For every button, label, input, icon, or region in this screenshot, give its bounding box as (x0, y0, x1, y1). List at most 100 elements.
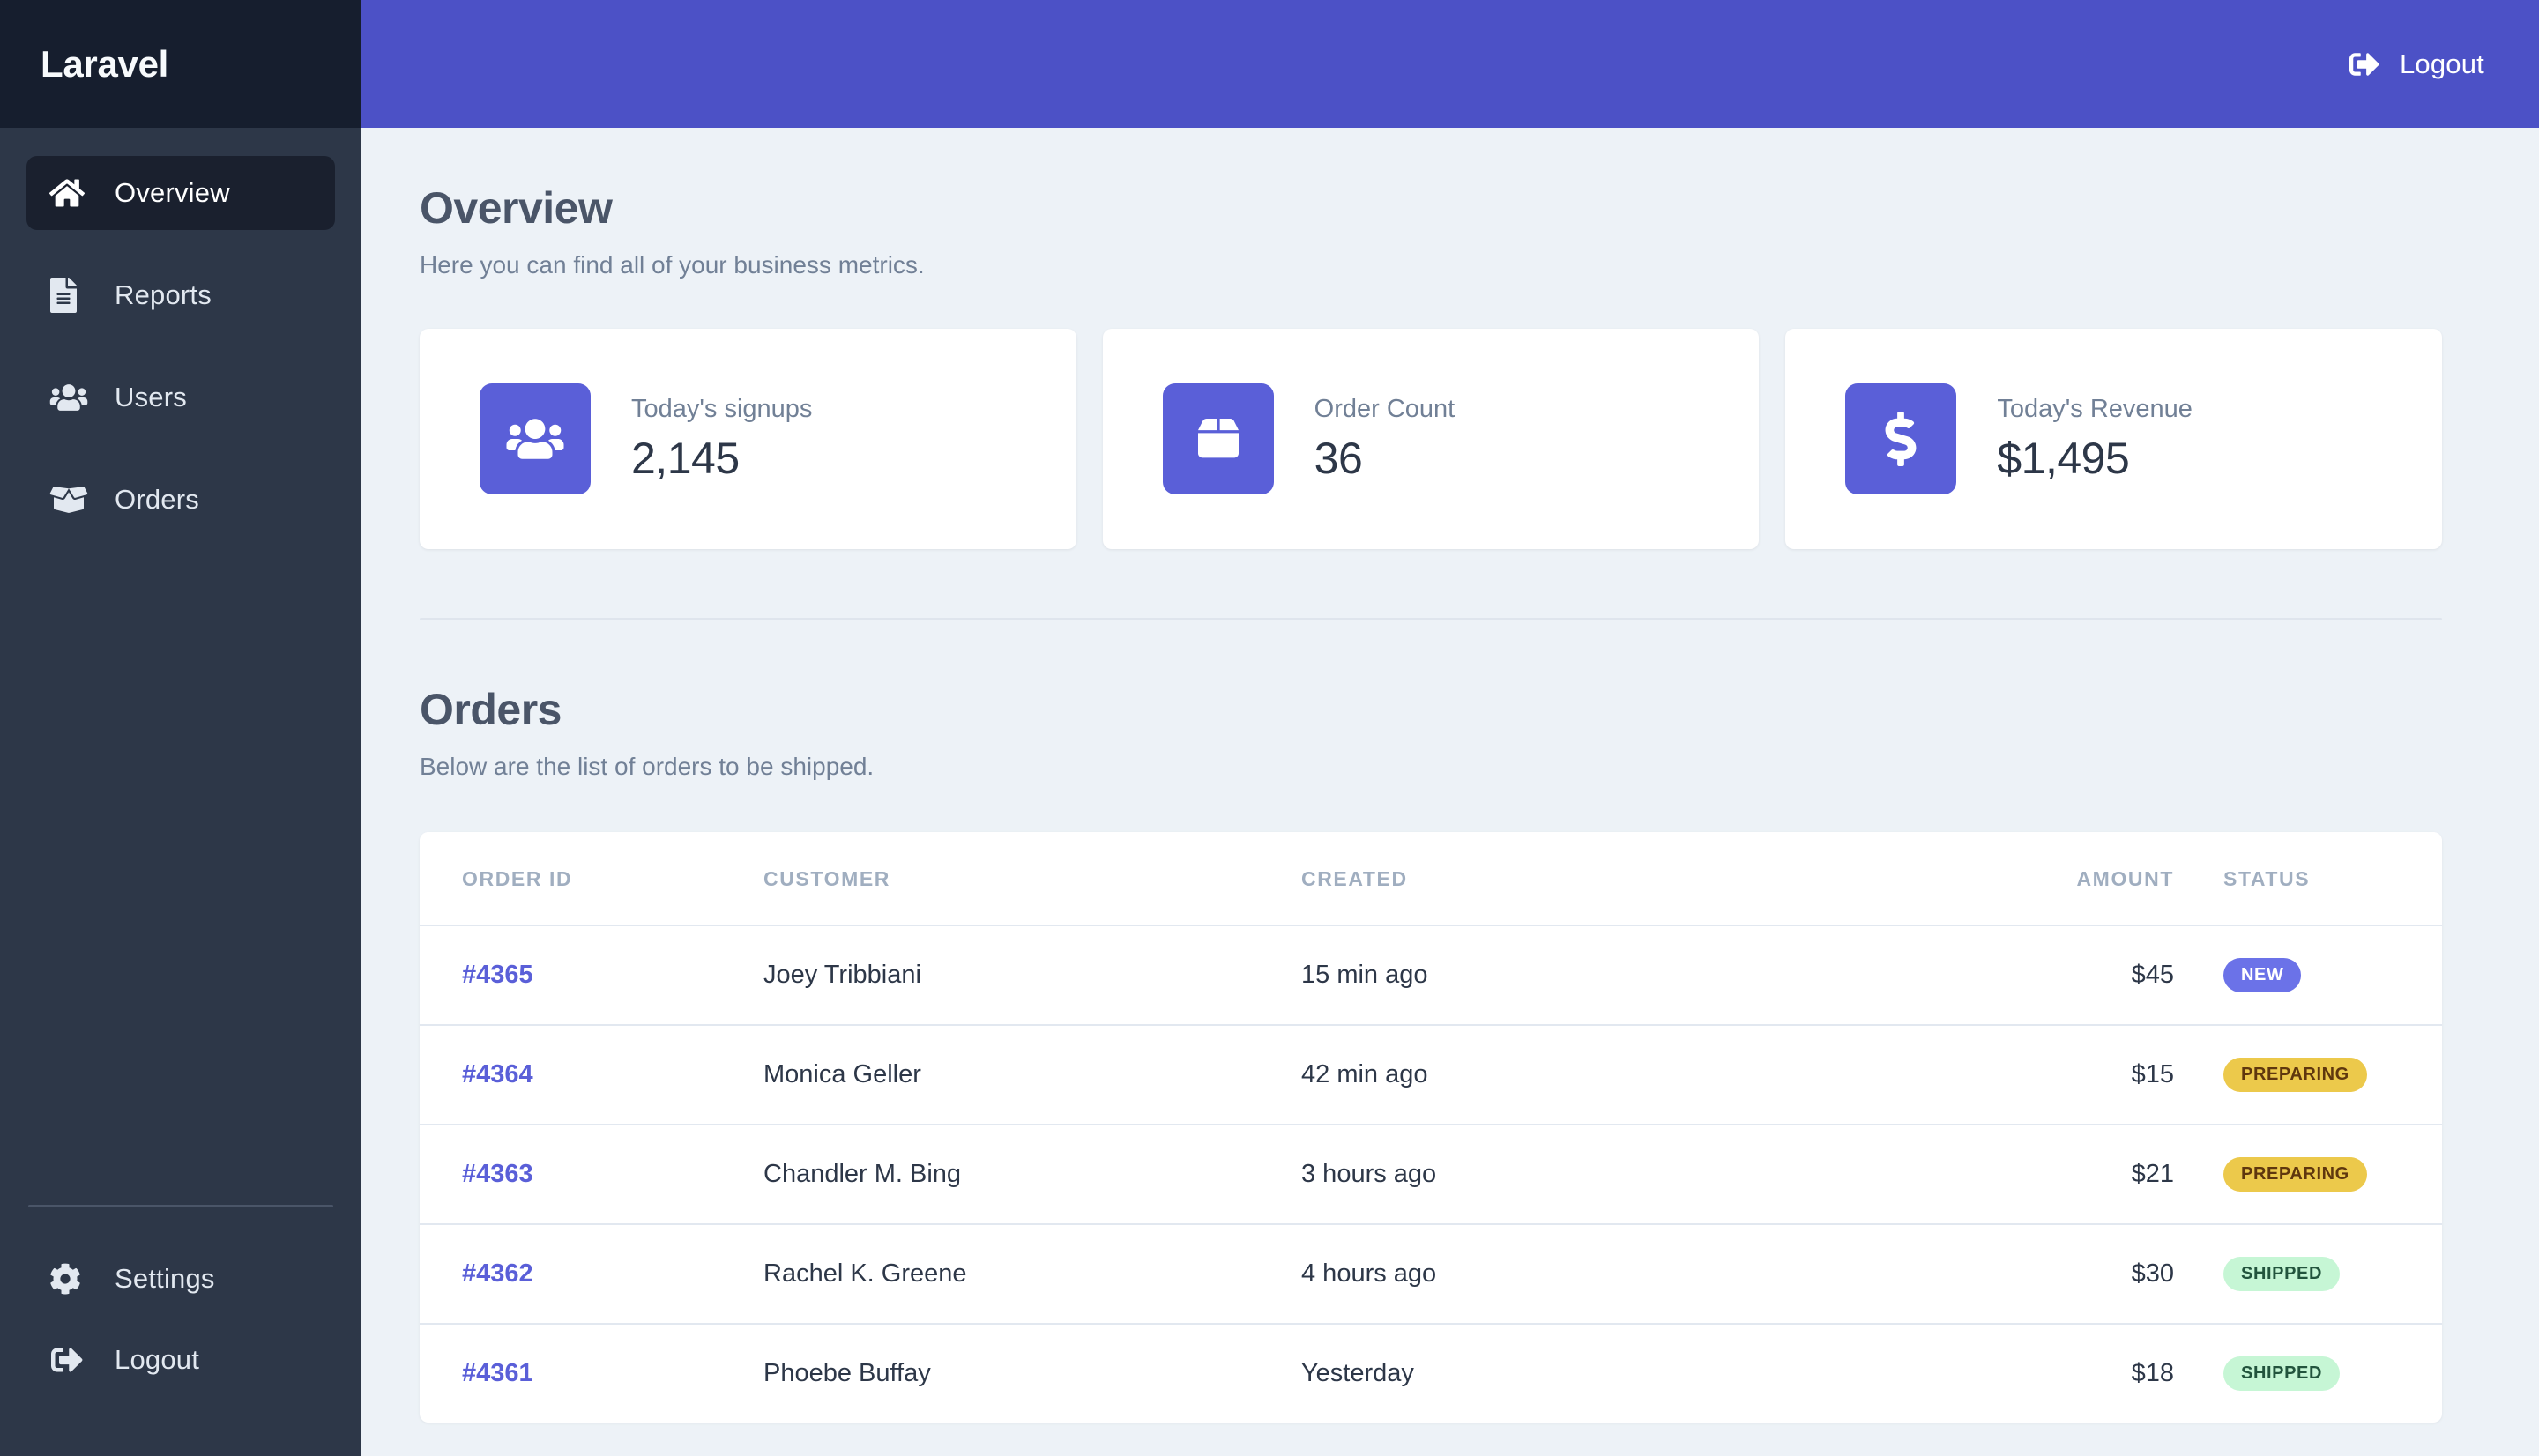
sidebar-item-overview[interactable]: Overview (26, 156, 335, 230)
order-id-link[interactable]: #4364 (462, 1060, 533, 1088)
sidebar-item-label: Logout (115, 1344, 200, 1375)
cell-status: PREPARING (2174, 1124, 2442, 1224)
sidebar-item-label: Reports (115, 279, 212, 310)
cell-created: 15 min ago (1301, 925, 1839, 1025)
cell-order-id: #4363 (420, 1124, 763, 1224)
sign-out-icon (2347, 49, 2384, 79)
cell-order-id: #4361 (420, 1323, 763, 1423)
cell-order-id: #4364 (420, 1024, 763, 1125)
stat-value: $1,495 (1997, 433, 2130, 483)
column-header-amount: AMOUNT (1839, 832, 2174, 925)
box-icon (1162, 383, 1274, 494)
orders-table: ORDER ID CUSTOMER CREATED AMOUNT STATUS … (420, 832, 2442, 1423)
sidebar-item-settings[interactable]: Settings (26, 1248, 335, 1310)
order-id-link[interactable]: #4365 (462, 961, 533, 989)
stat-text: Today's Revenue $1,495 (1997, 395, 2193, 484)
column-header-order-id: ORDER ID (420, 832, 763, 925)
column-header-created: CREATED (1301, 832, 1839, 925)
sidebar-item-users[interactable]: Users (26, 360, 335, 435)
sidebar-brand: Laravel (0, 0, 361, 128)
cell-status: NEW (2174, 925, 2442, 1025)
section-divider (420, 618, 2442, 620)
stat-value: 36 (1314, 433, 1363, 483)
stat-card-revenue: Today's Revenue $1,495 (1785, 329, 2443, 549)
order-id-link[interactable]: #4363 (462, 1160, 533, 1188)
cell-order-id: #4362 (420, 1223, 763, 1324)
top-bar: Logout (361, 0, 2539, 128)
stat-value: 2,145 (631, 433, 740, 483)
app-root: Laravel Overview Reports Users Orders Se… (0, 0, 2539, 1456)
sidebar-item-label: Settings (115, 1263, 215, 1294)
cell-customer: Chandler M. Bing (763, 1124, 1301, 1224)
sidebar-item-orders[interactable]: Orders (26, 463, 335, 537)
gear-icon (49, 1263, 90, 1295)
status-badge: NEW (2223, 958, 2302, 992)
topbar-logout-label: Logout (2399, 48, 2484, 79)
cell-order-id: #4365 (420, 925, 763, 1025)
stat-text: Order Count 36 (1314, 395, 1456, 484)
topbar-logout-button[interactable]: Logout (2347, 48, 2484, 80)
stat-text: Today's signups 2,145 (631, 395, 812, 484)
order-id-link[interactable]: #4361 (462, 1359, 533, 1387)
cell-customer: Joey Tribbiani (763, 925, 1301, 1025)
sidebar-item-reports[interactable]: Reports (26, 258, 335, 332)
cell-customer: Monica Geller (763, 1024, 1301, 1125)
cell-customer: Rachel K. Greene (763, 1223, 1301, 1324)
cell-amount: $45 (1839, 925, 2174, 1025)
dollar-icon (1845, 383, 1957, 494)
sidebar-bottom: Settings Logout (0, 1205, 361, 1456)
table-row: #4362 Rachel K. Greene 4 hours ago $30 S… (420, 1223, 2442, 1324)
status-badge: PREPARING (2223, 1157, 2367, 1192)
document-icon (49, 278, 90, 313)
stat-label: Today's signups (631, 394, 813, 423)
cell-created: Yesterday (1301, 1323, 1839, 1423)
sidebar-item-label: Users (115, 382, 187, 412)
orders-header: Orders Below are the list of orders to b… (420, 684, 2442, 781)
orders-table-body: #4365 Joey Tribbiani 15 min ago $45 NEW … (420, 925, 2442, 1423)
column-header-status: STATUS (2174, 832, 2442, 925)
table-row: #4363 Chandler M. Bing 3 hours ago $21 P… (420, 1124, 2442, 1224)
users-icon (480, 383, 591, 494)
orders-title: Orders (420, 685, 562, 734)
orders-table-head: ORDER ID CUSTOMER CREATED AMOUNT STATUS (420, 832, 2442, 925)
sidebar: Laravel Overview Reports Users Orders Se… (0, 0, 361, 1456)
cell-created: 3 hours ago (1301, 1124, 1839, 1224)
brand-name: Laravel (41, 42, 169, 85)
page-title: Overview (420, 183, 613, 233)
sidebar-nav: Overview Reports Users Orders (0, 128, 361, 565)
main-area: Logout Overview Here you can find all of… (361, 0, 2539, 1456)
stat-card-signups: Today's signups 2,145 (420, 329, 1076, 549)
stat-label: Today's Revenue (1997, 394, 2193, 423)
orders-subtitle: Below are the list of orders to be shipp… (420, 753, 875, 780)
table-row: #4364 Monica Geller 42 min ago $15 PREPA… (420, 1024, 2442, 1125)
table-row: #4365 Joey Tribbiani 15 min ago $45 NEW (420, 925, 2442, 1025)
users-icon (49, 383, 90, 412)
cell-amount: $18 (1839, 1323, 2174, 1423)
status-badge: SHIPPED (2223, 1356, 2341, 1391)
sidebar-item-logout[interactable]: Logout (26, 1329, 335, 1391)
cell-created: 42 min ago (1301, 1024, 1839, 1125)
orders-table-card: ORDER ID CUSTOMER CREATED AMOUNT STATUS … (420, 832, 2442, 1423)
stats-row: Today's signups 2,145 Order Count 36 Tod… (420, 329, 2443, 549)
box-open-icon (49, 485, 90, 515)
sign-out-icon (49, 1344, 90, 1376)
column-header-customer: CUSTOMER (763, 832, 1301, 925)
cell-created: 4 hours ago (1301, 1223, 1839, 1324)
cell-status: SHIPPED (2174, 1223, 2442, 1324)
sidebar-item-label: Orders (115, 484, 199, 515)
page-subtitle: Here you can find all of your business m… (420, 251, 925, 279)
cell-amount: $30 (1839, 1223, 2174, 1324)
status-badge: PREPARING (2223, 1058, 2367, 1092)
cell-amount: $15 (1839, 1024, 2174, 1125)
stat-card-order-count: Order Count 36 (1102, 329, 1760, 549)
order-id-link[interactable]: #4362 (462, 1259, 533, 1288)
cell-status: PREPARING (2174, 1024, 2442, 1125)
cell-status: SHIPPED (2174, 1323, 2442, 1423)
home-icon (49, 177, 90, 209)
status-badge: SHIPPED (2223, 1257, 2341, 1291)
content-area: Overview Here you can find all of your b… (361, 128, 2539, 1456)
cell-amount: $21 (1839, 1124, 2174, 1224)
stat-label: Order Count (1314, 394, 1456, 423)
sidebar-item-label: Overview (115, 177, 230, 208)
sidebar-divider (28, 1205, 333, 1207)
